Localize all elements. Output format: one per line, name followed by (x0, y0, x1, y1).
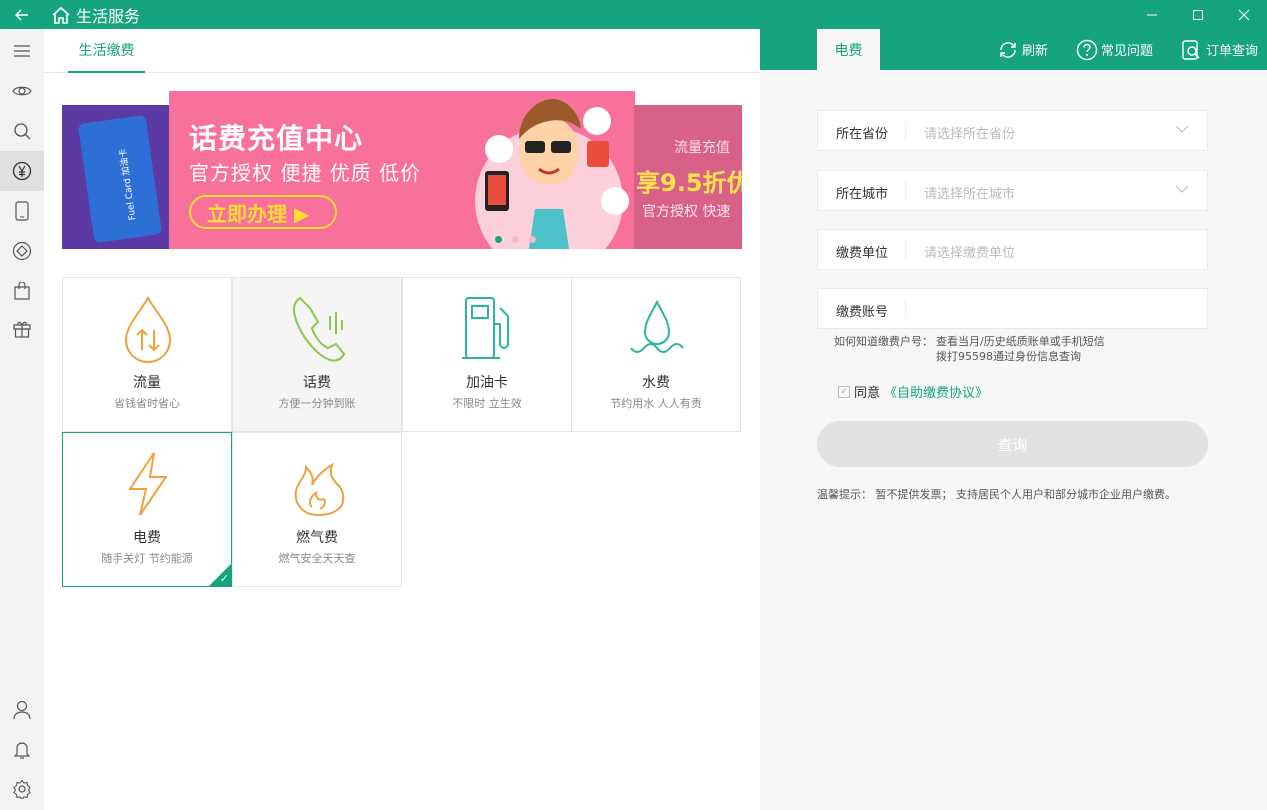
carousel-dot[interactable] (529, 236, 536, 243)
service-tile-phone-bill[interactable]: 话费 方便一分钟到账 (232, 277, 402, 432)
settings-icon (13, 779, 31, 799)
back-arrow-icon (15, 9, 28, 20)
banner-slide-prev[interactable]: Fuel Card 加油卡 (62, 105, 170, 249)
phone-icon (15, 201, 29, 221)
bag-icon (14, 282, 30, 300)
cartoon-character-image (475, 99, 629, 249)
rail-item-payment[interactable] (0, 151, 44, 191)
agreement-row: ✓ 同意 《自助缴费协议》 (838, 382, 988, 401)
maximize-icon (1193, 9, 1203, 20)
chevron-down-icon (1175, 185, 1189, 193)
title-bar: 生活服务 (0, 0, 1267, 29)
help-icon (1076, 39, 1098, 60)
refresh-icon (1000, 41, 1016, 58)
eye-icon (12, 86, 32, 96)
agree-label: 同意 (854, 386, 881, 401)
water-drop-icon (630, 299, 684, 353)
faq-button[interactable]: 常见问题 (1076, 29, 1153, 70)
tab-bar: 生活缴费 (44, 29, 760, 73)
banner-cta-button[interactable]: 立即办理 ▶ (189, 195, 337, 229)
banner-slide-next[interactable]: 流量充值 享9.5折优 官方授权 快速 (634, 105, 742, 249)
home-button[interactable] (48, 0, 74, 29)
agreement-link[interactable]: 《自助缴费协议》 (884, 382, 988, 401)
rail-item-user[interactable] (0, 690, 44, 730)
carousel-dot[interactable] (495, 236, 502, 243)
data-drop-icon (124, 295, 172, 363)
carousel-indicators (495, 236, 536, 243)
rail-item-search[interactable] (0, 111, 44, 151)
city-select[interactable]: 所在城市 请选择所在城市 (817, 170, 1208, 211)
payment-unit-select[interactable]: 缴费单位 请选择缴费单位 (817, 229, 1208, 270)
check-icon: ✓ (219, 572, 229, 585)
service-tile-electricity[interactable]: 电费 随手关灯 节约能源 ✓ (62, 432, 232, 587)
rail-item-view[interactable] (0, 71, 44, 111)
service-tile-fuel-card[interactable]: 加油卡 不限时 立生效 (402, 277, 572, 432)
side-rail (0, 29, 44, 810)
payment-form-pane: 电费 刷新 常见问题 订单查询 所在省份 请选择所在省份 所在城市 请选择所在城… (760, 29, 1267, 810)
account-hint-text: 查看当月/历史纸质账单或手机短信 拨打95598通过身份信息查询 (936, 335, 1105, 363)
rail-item-notifications[interactable] (0, 730, 44, 770)
promo-carousel[interactable]: Fuel Card 加油卡 话费充值中心 官方授权 便捷 优质 低价 立即办理 … (62, 91, 742, 249)
menu-icon (14, 45, 30, 57)
banner-slide-current[interactable]: 话费充值中心 官方授权 便捷 优质 低价 立即办理 ▶ (169, 91, 635, 249)
account-hint-label: 如何知道缴费户号： (834, 335, 933, 348)
maximize-button[interactable] (1175, 0, 1221, 29)
payment-header: 电费 刷新 常见问题 订单查询 (760, 29, 1267, 70)
close-icon (1239, 9, 1249, 20)
home-icon (52, 6, 70, 24)
service-tile-water[interactable]: 水费 节约用水 人人有责 (571, 277, 741, 432)
banner-subtitle: 官方授权 便捷 优质 低价 (189, 161, 422, 185)
minimize-button[interactable] (1129, 0, 1175, 29)
order-search-icon (1182, 39, 1200, 60)
carousel-dot[interactable] (512, 236, 519, 243)
rail-item-gift[interactable] (0, 309, 44, 349)
province-select[interactable]: 所在省份 请选择所在省份 (817, 110, 1208, 151)
diamond-icon (12, 241, 32, 261)
gift-icon (13, 321, 31, 338)
user-icon (13, 700, 31, 720)
account-number-field[interactable]: 缴费账号 (817, 288, 1208, 329)
rail-item-shop[interactable] (0, 271, 44, 311)
yen-icon (12, 161, 32, 181)
minimize-icon (1147, 14, 1157, 15)
rail-item-diamond[interactable] (0, 231, 44, 271)
order-query-button[interactable]: 订单查询 (1181, 29, 1258, 70)
back-button[interactable] (0, 0, 44, 29)
rail-item-settings[interactable] (0, 769, 44, 809)
chevron-down-icon (1175, 125, 1189, 133)
tab-electricity[interactable]: 电费 (817, 29, 880, 70)
refresh-button[interactable]: 刷新 (997, 29, 1048, 70)
lightning-icon (128, 452, 168, 516)
close-button[interactable] (1221, 0, 1267, 29)
fuel-card-image: Fuel Card 加油卡 (77, 114, 163, 244)
service-tile-gas[interactable]: 燃气费 燃气安全天天查 (232, 432, 402, 587)
rail-item-phone[interactable] (0, 191, 44, 231)
agree-checkbox[interactable]: ✓ (838, 385, 850, 398)
flame-icon (294, 462, 345, 517)
menu-button[interactable] (0, 31, 44, 71)
warm-tip: 温馨提示： 暂不提供发票； 支持居民个人用户和部分城市企业用户缴费。 (817, 488, 1176, 501)
tab-life-payment[interactable]: 生活缴费 (68, 29, 145, 73)
bell-icon (14, 742, 30, 759)
phone-call-icon (292, 296, 346, 362)
query-button[interactable]: 查询 (817, 421, 1208, 467)
app-title: 生活服务 (76, 6, 141, 26)
service-tile-data[interactable]: 流量 省钱省时省心 (62, 277, 232, 432)
search-icon (14, 123, 31, 140)
services-pane: 生活缴费 Fuel Card 加油卡 话费充值中心 官方授权 便捷 优质 低价 … (44, 29, 760, 810)
fuel-pump-icon (462, 297, 509, 359)
banner-title: 话费充值中心 (189, 122, 364, 155)
